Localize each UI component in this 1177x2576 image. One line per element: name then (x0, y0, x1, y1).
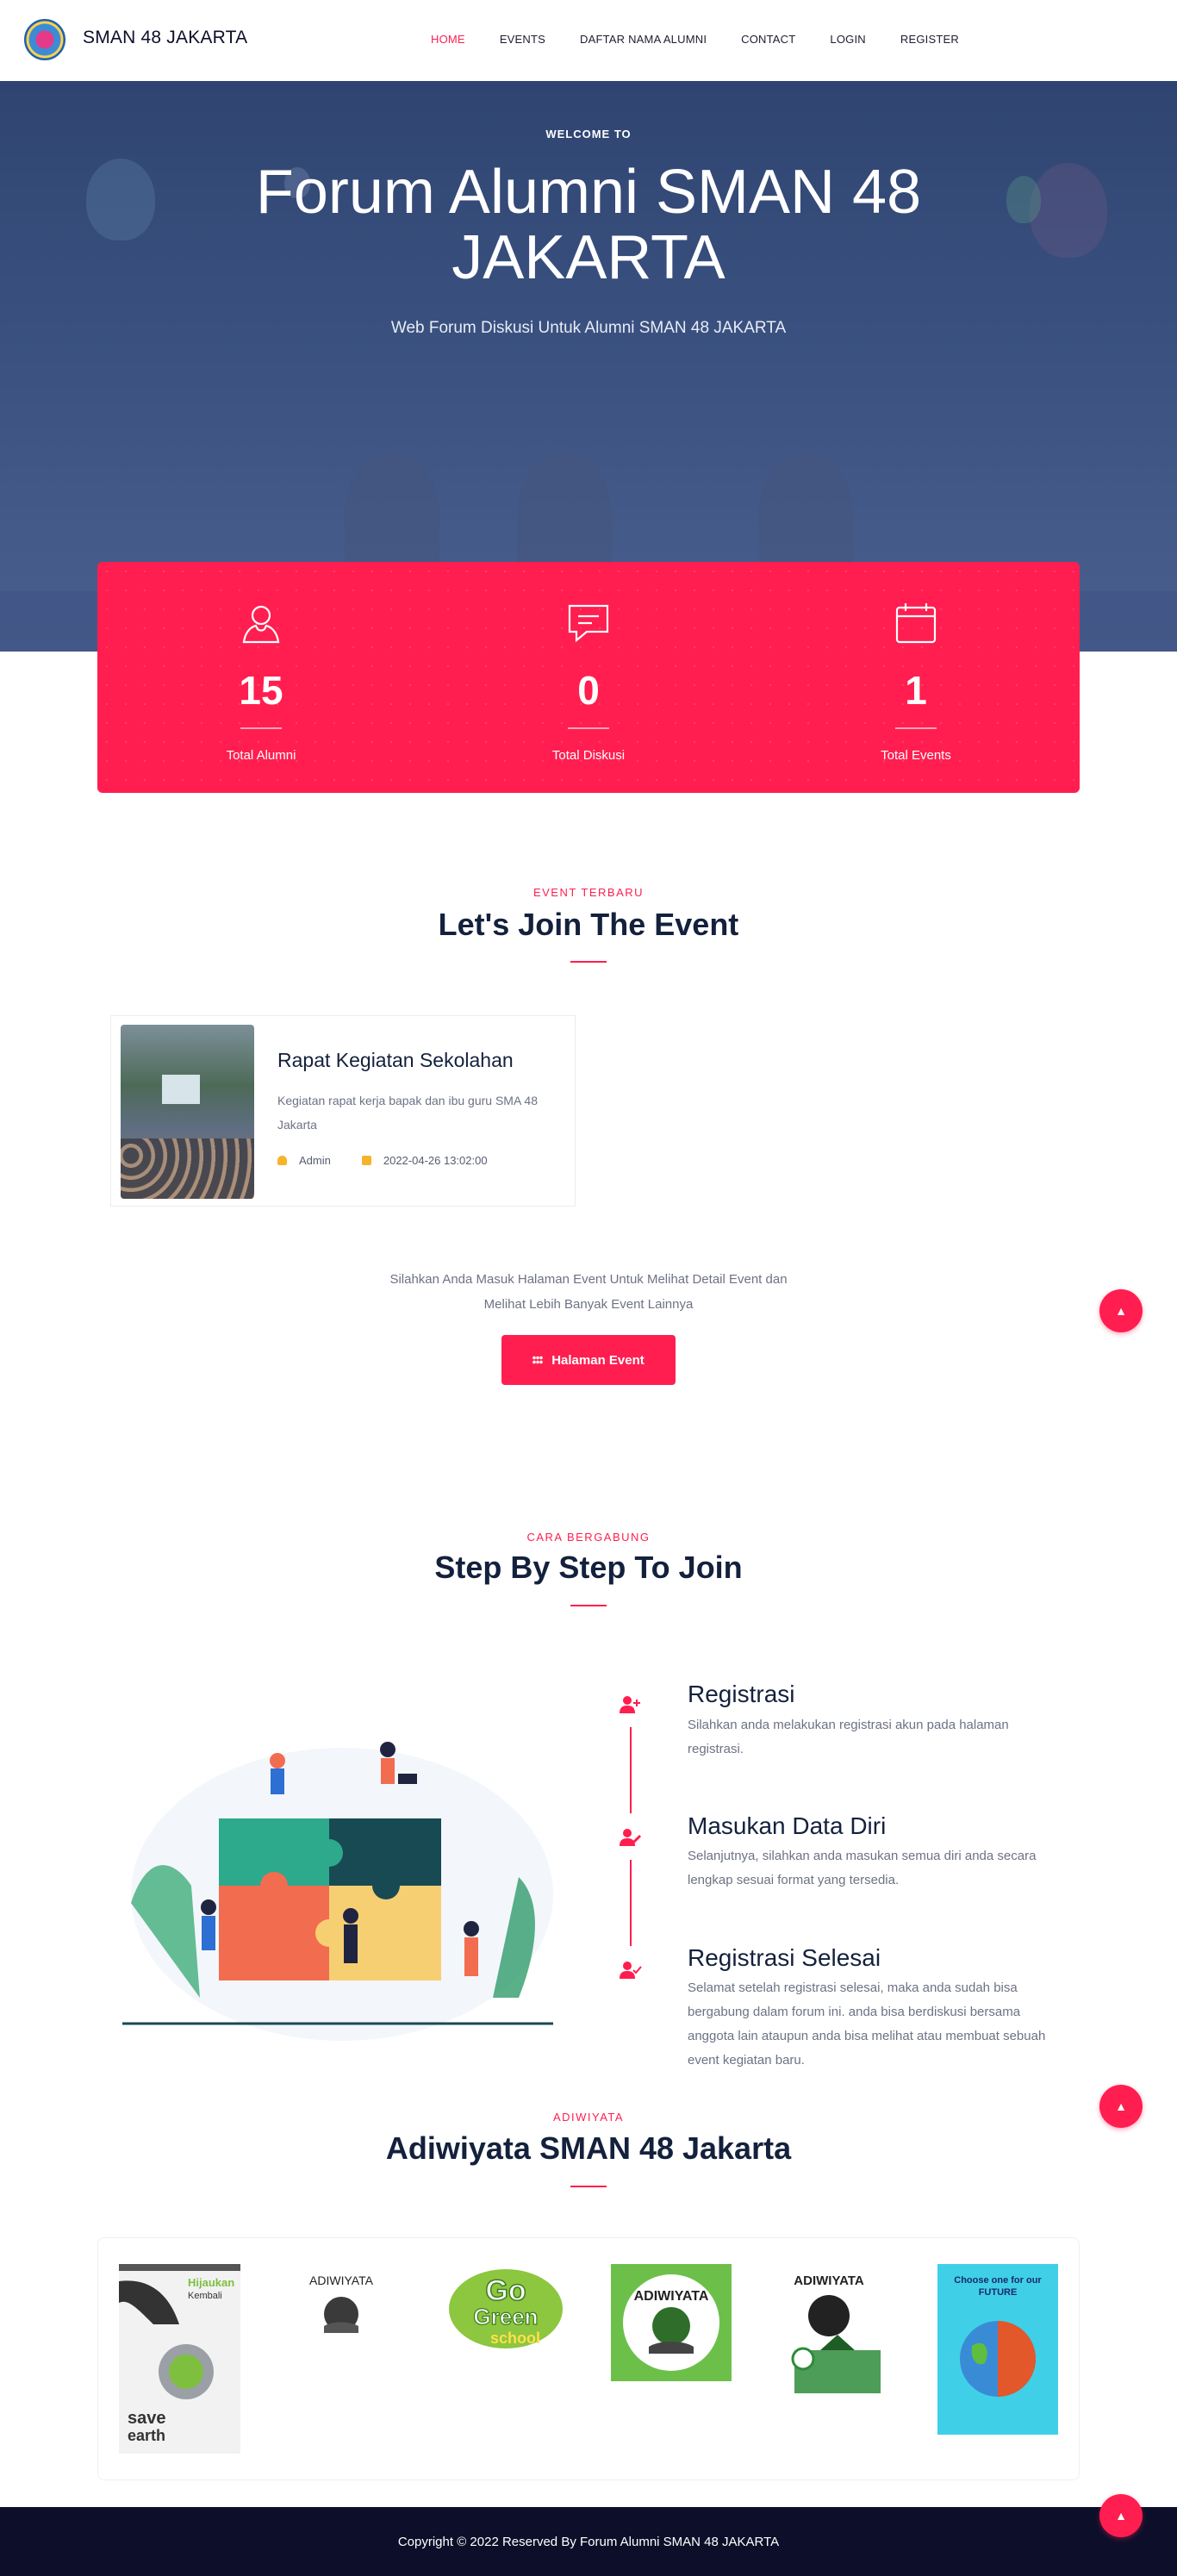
scroll-top-button[interactable]: ▲ (1099, 2494, 1143, 2537)
svg-text:school: school (490, 2330, 540, 2347)
svg-text:save: save (128, 2409, 166, 2428)
brand-name[interactable]: SMAN 48 JAKARTA (83, 28, 247, 48)
svg-text:Green: Green (473, 2304, 538, 2330)
user-icon (242, 605, 280, 644)
chat-icon (568, 604, 609, 643)
adiwiyata-school-logo[interactable]: ADIWIYATA (777, 2264, 898, 2411)
event-card[interactable]: Rapat Kegiatan Sekolahan Kegiatan rapat … (110, 1015, 576, 1207)
event-meta: Admin 2022-04-26 13:02:00 (277, 1154, 488, 1167)
step-title: Registrasi Selesai (688, 1944, 881, 1971)
events-kicker: EVENT TERBARU (532, 886, 645, 899)
chevron-up-icon: ▲ (1115, 2509, 1127, 2523)
stat-divider (240, 727, 282, 729)
projector-screen (162, 1075, 200, 1104)
stat-label: Total Alumni (226, 748, 296, 763)
stat-value: 1 (905, 668, 927, 713)
future-poster[interactable]: Choose one for our FUTURE (937, 2264, 1058, 2435)
halaman-event-button[interactable]: Halaman Event (501, 1335, 676, 1385)
stat-divider (568, 727, 609, 729)
footer-copyright: Copyright © 2022 Reserved By Forum Alumn… (397, 2534, 780, 2549)
go-green-school-logo[interactable]: Go Green school (446, 2264, 565, 2354)
event-date: 2022-04-26 13:02:00 (383, 1154, 488, 1167)
chevron-up-icon: ▲ (1115, 1304, 1127, 1318)
button-label: Halaman Event (551, 1352, 645, 1368)
step-description: Silahkan anda melakukan registrasi akun … (688, 1718, 1009, 1756)
stat-total-alumni: 15 Total Alumni (97, 562, 425, 793)
svg-text:FUTURE: FUTURE (979, 2287, 1018, 2298)
user-edit-icon (615, 1822, 646, 1853)
steps-title: Step By Step To Join (434, 1550, 743, 1585)
step-description: Selamat setelah registrasi selesai, maka… (688, 1980, 1046, 2068)
event-note: Silahkan Anda Masuk Halaman Event Untuk … (0, 1267, 1177, 1317)
adiwiyata-logo-small[interactable]: ADIWIYATA (298, 2264, 384, 2350)
adiwiyata-gallery: Hijaukan Kembali save earth ADIWIYATA Go… (97, 2237, 1080, 2480)
svg-text:Choose one for our: Choose one for our (954, 2275, 1042, 2286)
hero-title: Forum Alumni SMAN 48 JAKARTA (255, 158, 922, 292)
section-underline (570, 961, 607, 963)
stat-total-events: 1 Total Events (752, 562, 1080, 793)
steps-kicker: CARA BERGABUNG (526, 1531, 651, 1544)
event-note-line: Silahkan Anda Masuk Halaman Event Untuk … (389, 1272, 788, 1287)
save-earth-poster[interactable]: Hijaukan Kembali save earth (119, 2264, 240, 2454)
user-check-icon (615, 1955, 646, 1986)
nav-daftar-nama-alumni[interactable]: DAFTAR NAMA ALUMNI (580, 33, 707, 46)
nav-events[interactable]: EVENTS (500, 33, 545, 46)
user-icon (277, 1156, 287, 1165)
event-photo[interactable] (121, 1025, 254, 1199)
step-connector (630, 1860, 632, 1946)
section-underline (570, 2186, 607, 2187)
svg-text:earth: earth (128, 2427, 165, 2444)
event-title[interactable]: Rapat Kegiatan Sekolahan (277, 1049, 514, 1072)
nav-contact[interactable]: CONTACT (741, 33, 795, 46)
adiwiyata-kicker: ADIWIYATA (552, 2111, 625, 2124)
step-description: Selanjutnya, silahkan anda masukan semua… (688, 1849, 1037, 1887)
user-plus-icon (615, 1689, 646, 1720)
stat-total-diskusi: 0 Total Diskusi (425, 562, 752, 793)
step-title: Registrasi (688, 1681, 795, 1707)
step-connector (630, 1727, 632, 1813)
stats-panel: 15 Total Alumni 0 Total Diskusi 1 Total … (97, 562, 1080, 793)
scroll-top-button[interactable]: ▲ (1099, 1289, 1143, 1332)
hero-welcome: WELCOME TO (545, 128, 632, 140)
stat-label: Total Events (881, 748, 951, 763)
puzzle-illustration (122, 1742, 553, 2041)
event-author: Admin (299, 1154, 331, 1167)
svg-text:ADIWIYATA: ADIWIYATA (634, 2289, 709, 2304)
svg-text:Hijaukan: Hijaukan (188, 2276, 234, 2289)
school-logo[interactable] (24, 19, 65, 60)
adiwiyata-logo-green[interactable]: ADIWIYATA (611, 2264, 732, 2381)
crowd (121, 1138, 254, 1199)
nav-login[interactable]: LOGIN (830, 33, 865, 46)
balloon-image (1030, 163, 1107, 258)
svg-text:Kembali: Kembali (188, 2291, 222, 2301)
footer: Copyright © 2022 Reserved By Forum Alumn… (0, 2507, 1177, 2576)
events-title: Let's Join The Event (438, 907, 739, 942)
step-title: Masukan Data Diri (688, 1812, 887, 1839)
adiwiyata-title: Adiwiyata SMAN 48 Jakarta (385, 2130, 792, 2166)
svg-text:ADIWIYATA: ADIWIYATA (794, 2273, 864, 2288)
hero-subtitle: Web Forum Diskusi Untuk Alumni SMAN 48 J… (390, 319, 787, 337)
svg-text:ADIWIYATA: ADIWIYATA (309, 2273, 374, 2287)
stat-value: 0 (577, 668, 600, 713)
grid-icon (532, 1356, 544, 1364)
stat-value: 15 (239, 668, 283, 713)
event-description: Kegiatan rapat kerja bapak dan ibu guru … (277, 1094, 538, 1132)
event-note-line: Melihat Lebih Banyak Event Lainnya (483, 1297, 694, 1312)
nav-register[interactable]: REGISTER (900, 33, 959, 46)
calendar-icon (361, 1156, 371, 1165)
nav-links: HOME EVENTS DAFTAR NAMA ALUMNI CONTACT L… (431, 33, 993, 46)
nav-home[interactable]: HOME (431, 33, 465, 46)
balloon-image (86, 159, 155, 240)
navbar: SMAN 48 JAKARTA HOME EVENTS DAFTAR NAMA … (0, 0, 1177, 81)
calendar-icon (895, 603, 937, 644)
svg-text:Go: Go (485, 2274, 526, 2307)
stat-divider (895, 727, 937, 729)
section-underline (570, 1605, 607, 1606)
stat-label: Total Diskusi (551, 748, 626, 763)
